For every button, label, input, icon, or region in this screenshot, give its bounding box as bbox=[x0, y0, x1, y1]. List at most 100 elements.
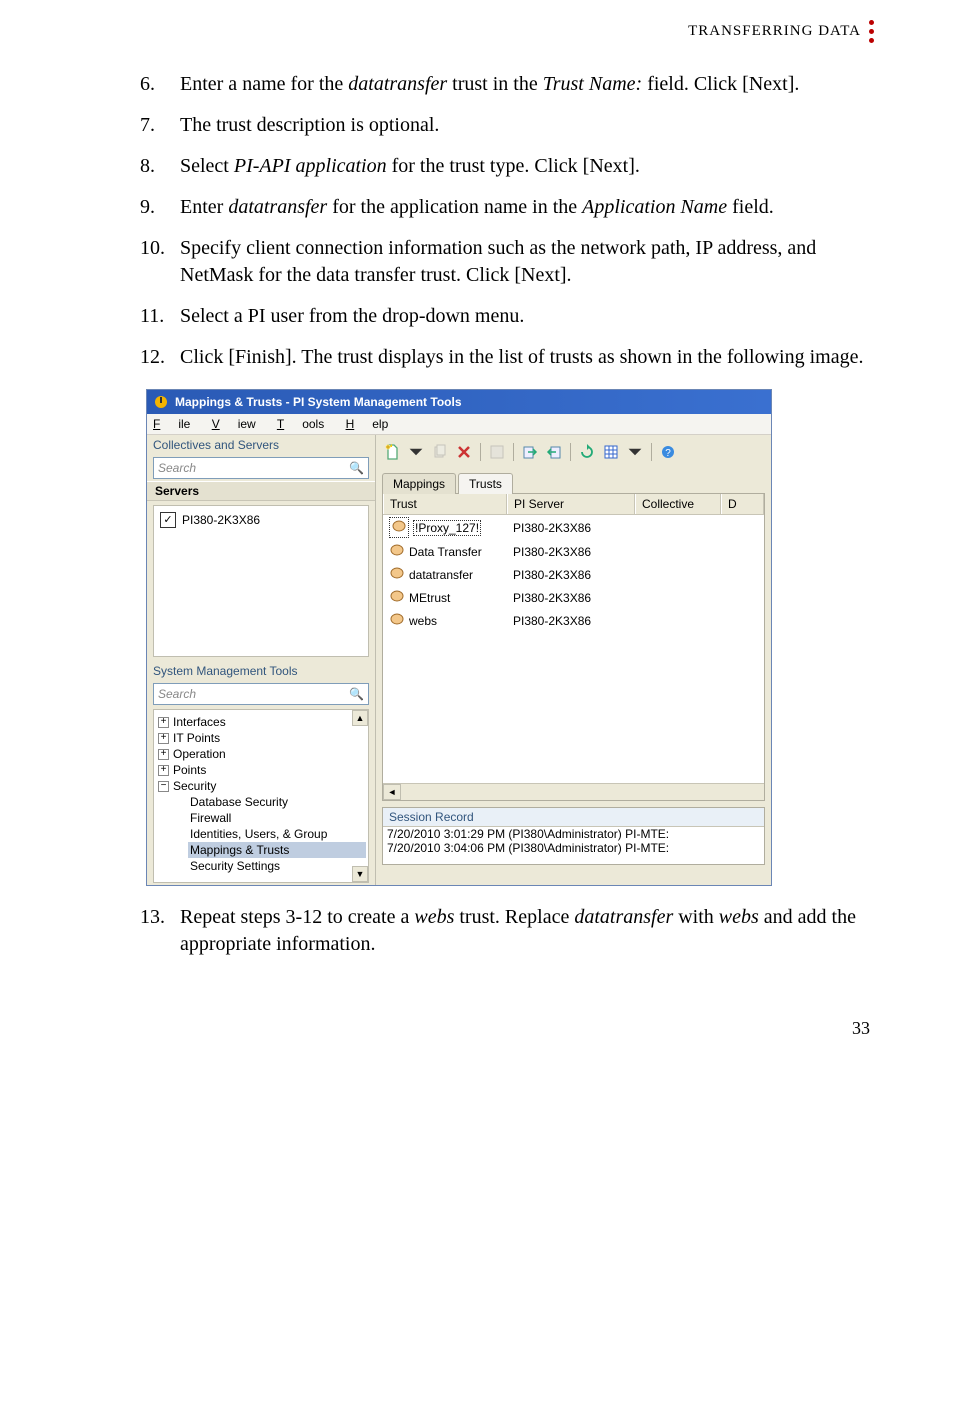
tree-item-db-security[interactable]: Database Security bbox=[188, 794, 366, 810]
svg-text:?: ? bbox=[665, 448, 671, 459]
tree-item-security-settings[interactable]: Security Settings bbox=[188, 858, 366, 874]
step-7: 7. The trust description is optional. bbox=[140, 112, 874, 139]
tree-item-mappings-trusts[interactable]: Mappings & Trusts bbox=[188, 842, 366, 858]
tree-item-points[interactable]: +Points bbox=[156, 762, 366, 778]
tree-label: Database Security bbox=[190, 795, 288, 809]
scroll-down-icon[interactable]: ▼ bbox=[352, 866, 368, 882]
table-row[interactable]: MEtrust PI380-2K3X86 bbox=[383, 586, 764, 609]
tree-item-interfaces[interactable]: +Interfaces bbox=[156, 714, 366, 730]
tree-item-firewall[interactable]: Firewall bbox=[188, 810, 366, 826]
header-section: TRANSFERRING DATA bbox=[688, 23, 861, 40]
new-icon[interactable] bbox=[382, 442, 402, 462]
text: with bbox=[673, 906, 719, 928]
cell-server: PI380-2K3X86 bbox=[507, 610, 635, 631]
expand-icon[interactable]: + bbox=[158, 749, 169, 760]
grid-icon[interactable] bbox=[601, 442, 621, 462]
menu-view[interactable]: View bbox=[212, 417, 256, 431]
properties-icon bbox=[487, 442, 507, 462]
tree-item-security[interactable]: −Security bbox=[156, 778, 366, 794]
table-row[interactable]: datatransfer PI380-2K3X86 bbox=[383, 563, 764, 586]
collapse-icon[interactable]: − bbox=[158, 781, 169, 792]
grid-header: Trust PI Server Collective D bbox=[383, 494, 764, 515]
expand-icon[interactable]: + bbox=[158, 717, 169, 728]
scroll-left-icon[interactable]: ◄ bbox=[383, 784, 401, 800]
collectives-search[interactable]: Search 🔍 bbox=[153, 457, 369, 479]
text: field. Click [Next]. bbox=[642, 73, 799, 95]
text: Click [Finish]. The trust displays in th… bbox=[180, 344, 874, 371]
scroll-up-icon[interactable]: ▲ bbox=[352, 710, 368, 726]
text: Select bbox=[180, 155, 234, 177]
col-trust[interactable]: Trust bbox=[383, 494, 507, 514]
server-name: PI380-2K3X86 bbox=[182, 513, 260, 527]
text: Enter a name for the bbox=[180, 73, 348, 95]
table-row[interactable]: webs PI380-2K3X86 bbox=[383, 609, 764, 632]
page-number: 33 bbox=[80, 1018, 874, 1039]
servers-label: Servers bbox=[147, 481, 375, 501]
search-placeholder: Search bbox=[158, 461, 196, 475]
text: for the trust type. Click [Next]. bbox=[387, 155, 640, 177]
tab-trusts[interactable]: Trusts bbox=[458, 473, 513, 494]
col-piserver[interactable]: PI Server bbox=[507, 494, 635, 514]
table-row[interactable]: !Proxy_127! PI380-2K3X86 bbox=[383, 515, 764, 540]
trust-icon bbox=[389, 565, 405, 584]
expand-icon[interactable]: + bbox=[158, 765, 169, 776]
text: trust in the bbox=[447, 73, 543, 95]
text-italic: datatransfer bbox=[228, 196, 327, 218]
separator bbox=[570, 443, 571, 461]
menu-file[interactable]: File bbox=[153, 417, 190, 431]
expand-icon[interactable]: + bbox=[158, 733, 169, 744]
trust-icon bbox=[389, 611, 405, 630]
screenshot-window: Mappings & Trusts - PI System Management… bbox=[146, 389, 772, 886]
text-italic: webs bbox=[414, 906, 454, 928]
steps-list: 6. Enter a name for the datatransfer tru… bbox=[140, 71, 874, 371]
tree-label: Mappings & Trusts bbox=[190, 843, 289, 857]
window-title: Mappings & Trusts - PI System Management… bbox=[175, 395, 462, 409]
smt-label: System Management Tools bbox=[147, 661, 375, 681]
left-column: Collectives and Servers Search 🔍 Servers… bbox=[147, 435, 376, 885]
tree-item-identities[interactable]: Identities, Users, & Group bbox=[188, 826, 366, 842]
text: for the application name in the bbox=[327, 196, 582, 218]
checkbox-icon[interactable]: ✓ bbox=[160, 512, 176, 528]
menu-help[interactable]: Help bbox=[346, 417, 389, 431]
dropdown-icon[interactable] bbox=[625, 442, 645, 462]
text: Select a PI user from the drop-down menu… bbox=[180, 303, 874, 330]
import-icon[interactable] bbox=[544, 442, 564, 462]
smt-search[interactable]: Search 🔍 bbox=[153, 683, 369, 705]
steps-list-2: 13. Repeat steps 3-12 to create a webs t… bbox=[140, 904, 874, 958]
app-icon bbox=[153, 394, 169, 410]
table-row[interactable]: Data Transfer PI380-2K3X86 bbox=[383, 540, 764, 563]
cell-trust: webs bbox=[409, 614, 437, 628]
text: Enter bbox=[180, 196, 228, 218]
copy-icon bbox=[430, 442, 450, 462]
collectives-label: Collectives and Servers bbox=[147, 435, 375, 455]
cell-trust: datatransfer bbox=[409, 568, 473, 582]
text-italic: Application Name bbox=[582, 196, 727, 218]
cell-server: PI380-2K3X86 bbox=[507, 516, 635, 539]
tree-label: IT Points bbox=[173, 731, 220, 745]
refresh-icon[interactable] bbox=[577, 442, 597, 462]
tab-mappings[interactable]: Mappings bbox=[382, 473, 456, 494]
text-italic: PI-API application bbox=[234, 155, 387, 177]
menu-tools[interactable]: Tools bbox=[277, 417, 324, 431]
export-icon[interactable] bbox=[520, 442, 540, 462]
server-item[interactable]: ✓ PI380-2K3X86 bbox=[160, 512, 362, 528]
session-line: 7/20/2010 3:04:06 PM (PI380\Administrato… bbox=[387, 841, 760, 855]
col-collective[interactable]: Collective bbox=[635, 494, 721, 514]
dropdown-icon[interactable] bbox=[406, 442, 426, 462]
tree-label: Security bbox=[173, 779, 216, 793]
text-italic: datatransfer bbox=[348, 73, 447, 95]
text: The trust description is optional. bbox=[180, 112, 874, 139]
smt-tree: ▲ +Interfaces + IT Points +Operation +Poi… bbox=[153, 709, 369, 883]
text-italic: webs bbox=[719, 906, 759, 928]
horizontal-scrollbar[interactable]: ◄ bbox=[383, 783, 764, 800]
col-d[interactable]: D bbox=[721, 494, 764, 514]
page-header: TRANSFERRING DATA bbox=[80, 20, 874, 43]
separator bbox=[513, 443, 514, 461]
tree-item-operation[interactable]: +Operation bbox=[156, 746, 366, 762]
text: Repeat steps 3-12 to create a bbox=[180, 906, 414, 928]
text-italic: datatransfer bbox=[574, 906, 673, 928]
help-icon[interactable]: ? bbox=[658, 442, 678, 462]
delete-icon[interactable] bbox=[454, 442, 474, 462]
tree-item-itpoints[interactable]: + IT Points bbox=[156, 730, 366, 746]
cell-server: PI380-2K3X86 bbox=[507, 564, 635, 585]
